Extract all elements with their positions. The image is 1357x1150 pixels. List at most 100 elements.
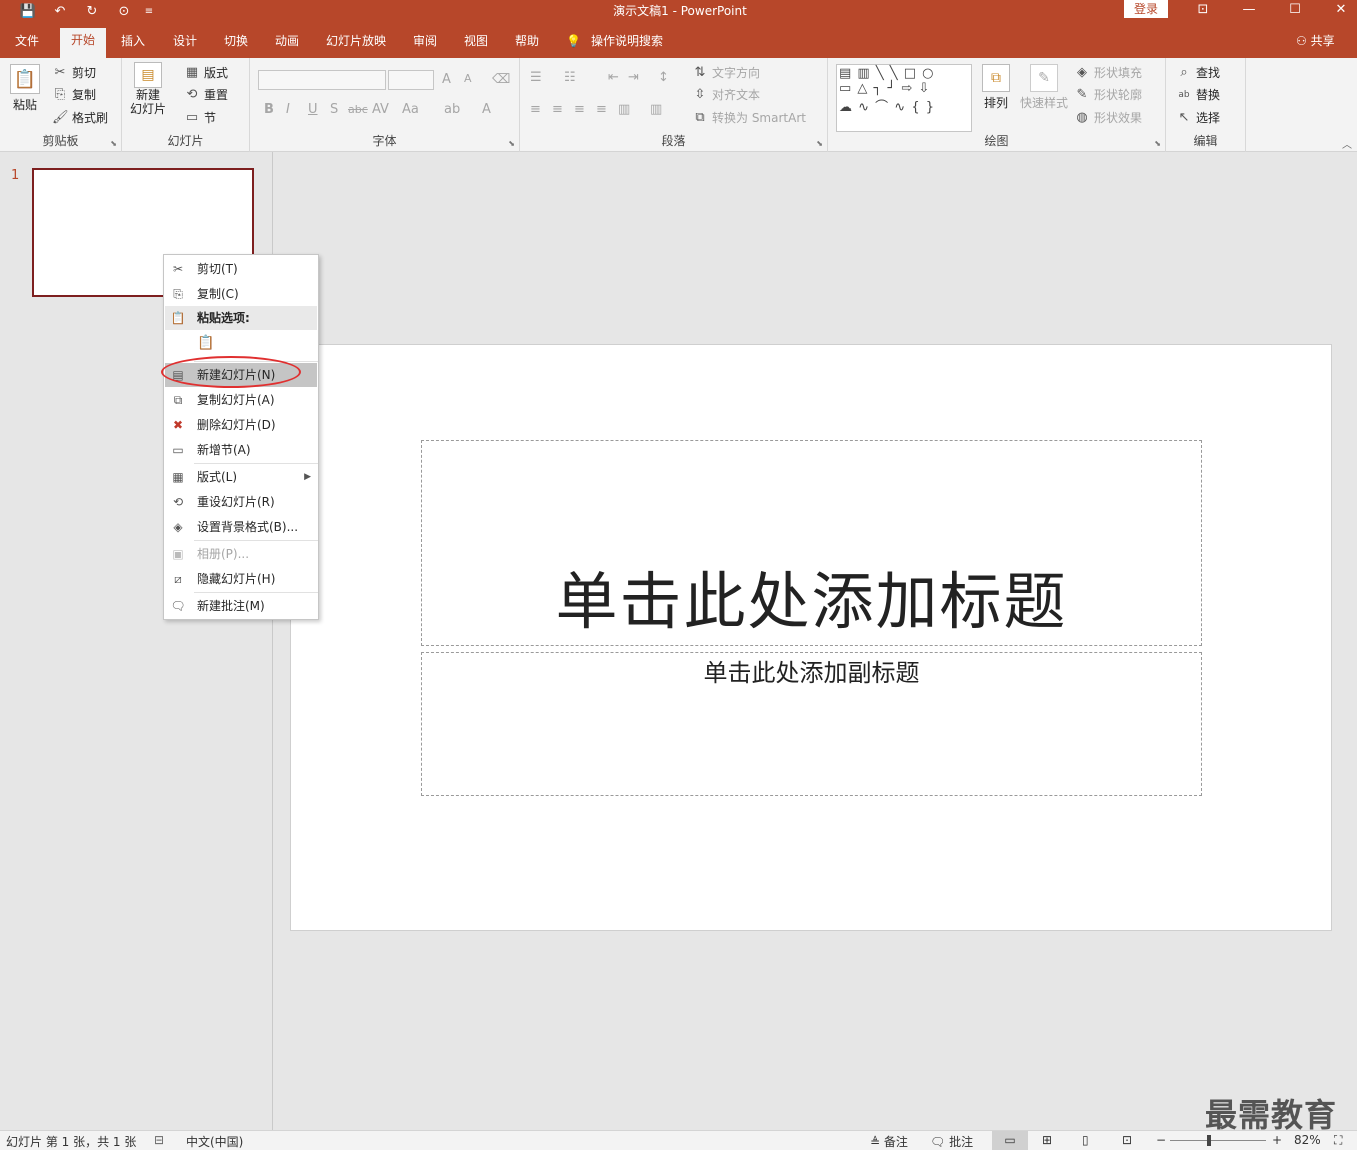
increase-indent-icon[interactable]: ⇥ bbox=[628, 70, 639, 85]
paste-keep-text-icon[interactable]: 📋 bbox=[194, 335, 218, 359]
format-painter-button[interactable]: 🖌 格式刷 bbox=[52, 109, 108, 126]
notes-button[interactable]: ≜ 备注 bbox=[870, 1133, 908, 1150]
bold-button[interactable]: B bbox=[264, 102, 274, 117]
justify-icon[interactable]: ≡ bbox=[596, 102, 607, 117]
spell-check-icon[interactable]: ⊟ bbox=[154, 1133, 164, 1147]
menu-item-new-comment[interactable]: 🗨 新建批注(M) bbox=[165, 594, 317, 618]
tab-animations[interactable]: 动画 bbox=[266, 30, 308, 58]
tab-help[interactable]: 帮助 bbox=[506, 30, 548, 58]
menu-item-add-section[interactable]: ▭ 新增节(A) bbox=[165, 438, 317, 462]
layout-button[interactable]: ▦ 版式 bbox=[184, 64, 228, 81]
numbering-icon[interactable]: ☷ bbox=[564, 70, 576, 85]
share-button[interactable]: ⚇ 共享 bbox=[1296, 32, 1335, 49]
minimize-button[interactable]: — bbox=[1226, 0, 1272, 22]
dialog-launcher-icon[interactable]: ⬊ bbox=[1154, 139, 1161, 148]
shadow-button[interactable]: S bbox=[330, 102, 338, 117]
paste-button[interactable]: 📋 粘贴 bbox=[10, 64, 40, 113]
menu-item-reset-slide[interactable]: ⟲ 重设幻灯片(R) bbox=[165, 490, 317, 514]
redo-icon[interactable]: ↻ bbox=[82, 2, 102, 20]
character-spacing-button[interactable]: AV bbox=[372, 102, 389, 117]
menu-item-delete-slide[interactable]: ✖ 删除幻灯片(D) bbox=[165, 413, 317, 437]
close-button[interactable]: ✕ bbox=[1318, 0, 1357, 22]
quick-styles-button[interactable]: ✎ 快速样式 bbox=[1020, 64, 1068, 111]
slide-canvas[interactable]: 单击此处添加标题 单击此处添加副标题 bbox=[290, 344, 1332, 931]
font-name-combo[interactable] bbox=[258, 70, 386, 90]
tell-me-search[interactable]: 💡 操作说明搜索 bbox=[566, 32, 663, 49]
menu-item-duplicate-slide[interactable]: ⧉ 复制幻灯片(A) bbox=[165, 388, 317, 412]
dialog-launcher-icon[interactable]: ⬊ bbox=[110, 139, 117, 148]
save-icon[interactable]: 💾 bbox=[18, 2, 38, 20]
title-placeholder[interactable]: 单击此处添加标题 bbox=[421, 440, 1202, 646]
zoom-out-button[interactable]: − bbox=[1156, 1133, 1166, 1147]
replace-button[interactable]: ab 替换 bbox=[1176, 86, 1220, 103]
tab-transitions[interactable]: 切换 bbox=[215, 30, 257, 58]
select-button[interactable]: ↖ 选择 bbox=[1176, 109, 1220, 126]
tab-insert[interactable]: 插入 bbox=[112, 30, 154, 58]
new-slide-button[interactable]: ▤ 新建 幻灯片 bbox=[130, 62, 166, 116]
tab-view[interactable]: 视图 bbox=[455, 30, 497, 58]
slide-sorter-icon[interactable]: ⊞ bbox=[1042, 1133, 1052, 1147]
zoom-slider-thumb[interactable] bbox=[1207, 1135, 1212, 1146]
zoom-slider[interactable] bbox=[1170, 1135, 1266, 1146]
shape-effects-button[interactable]: ◍ 形状效果 bbox=[1074, 109, 1142, 126]
section-button[interactable]: ▭ 节 bbox=[184, 109, 216, 126]
text-direction-button[interactable]: ⇅ 文字方向 bbox=[692, 64, 760, 81]
line-spacing-icon[interactable]: ↕ bbox=[658, 70, 669, 85]
bullets-icon[interactable]: ☰ bbox=[530, 70, 542, 85]
distributed-icon[interactable]: ▥ bbox=[618, 102, 630, 117]
align-left-icon[interactable]: ≡ bbox=[530, 102, 541, 117]
shapes-gallery[interactable]: ▤ ▥ ╲ ╲ □ ○ ▭ △ ┐ ┘ ⇨ ⇩ ☁ ∿ ⌒ ∿ { } bbox=[836, 64, 972, 132]
login-button[interactable]: 登录 bbox=[1124, 0, 1168, 18]
tab-design[interactable]: 设计 bbox=[164, 30, 206, 58]
menu-item-layout[interactable]: ▦ 版式(L) ▶ bbox=[165, 465, 317, 489]
clear-format-icon[interactable]: ⌫ bbox=[492, 72, 510, 87]
change-case-button[interactable]: Aa bbox=[402, 102, 419, 117]
convert-smartart-button[interactable]: ⧉ 转换为 SmartArt bbox=[692, 109, 806, 126]
undo-icon[interactable]: ↶ bbox=[46, 2, 74, 20]
menu-item-copy[interactable]: ⎘ 复制(C) bbox=[165, 282, 317, 306]
tab-file[interactable]: 文件 bbox=[6, 30, 48, 58]
reset-button[interactable]: ⟲ 重置 bbox=[184, 86, 228, 103]
align-right-icon[interactable]: ≡ bbox=[574, 102, 585, 117]
subtitle-placeholder[interactable]: 单击此处添加副标题 bbox=[421, 652, 1202, 796]
highlight-icon[interactable]: ab bbox=[444, 102, 460, 117]
normal-view-icon[interactable]: ▭ bbox=[992, 1131, 1028, 1150]
maximize-button[interactable]: ☐ bbox=[1272, 0, 1318, 22]
align-text-button[interactable]: ⇳ 对齐文本 bbox=[692, 86, 760, 103]
decrease-indent-icon[interactable]: ⇤ bbox=[608, 70, 619, 85]
tab-home[interactable]: 开始 bbox=[60, 28, 106, 58]
find-button[interactable]: ⌕ 查找 bbox=[1176, 64, 1220, 81]
font-size-combo[interactable] bbox=[388, 70, 434, 90]
ribbon-display-options-icon[interactable]: ⊡ bbox=[1180, 0, 1226, 22]
customize-qat-icon[interactable]: ≡ bbox=[142, 2, 156, 20]
collapse-ribbon-icon[interactable]: ︿ bbox=[1342, 136, 1352, 151]
menu-item-cut[interactable]: ✂ 剪切(T) bbox=[165, 257, 317, 281]
menu-item-hide-slide[interactable]: ⧄ 隐藏幻灯片(H) bbox=[165, 567, 317, 591]
arrange-button[interactable]: ⧉ 排列 bbox=[982, 64, 1010, 111]
font-color-button[interactable]: A bbox=[482, 102, 491, 117]
strikethrough-button[interactable]: abc bbox=[348, 103, 368, 116]
shape-outline-button[interactable]: ✎ 形状轮廓 bbox=[1074, 86, 1142, 103]
dialog-launcher-icon[interactable]: ⬊ bbox=[816, 139, 823, 148]
tab-review[interactable]: 审阅 bbox=[404, 30, 446, 58]
menu-item-format-background[interactable]: ◈ 设置背景格式(B)... bbox=[165, 515, 317, 539]
present-from-start-icon[interactable]: ⊙ bbox=[112, 2, 136, 20]
underline-button[interactable]: U bbox=[308, 102, 318, 117]
align-center-icon[interactable]: ≡ bbox=[552, 102, 563, 117]
tab-slideshow[interactable]: 幻灯片放映 bbox=[318, 30, 394, 58]
subtitle-placeholder-text: 单击此处添加副标题 bbox=[703, 659, 920, 687]
columns-icon[interactable]: ▥ bbox=[650, 102, 662, 117]
reading-view-icon[interactable]: ▯ bbox=[1082, 1133, 1089, 1147]
group-label-editing: 编辑 bbox=[1193, 134, 1218, 148]
dialog-launcher-icon[interactable]: ⬊ bbox=[508, 139, 515, 148]
comments-button[interactable]: 🗨 批注 bbox=[930, 1133, 973, 1150]
shrink-font-icon[interactable]: A bbox=[464, 72, 472, 85]
shape-fill-button[interactable]: ◈ 形状填充 bbox=[1074, 64, 1142, 81]
copy-button[interactable]: ⎘ 复制 bbox=[52, 86, 96, 103]
cut-button[interactable]: ✂ 剪切 bbox=[52, 64, 96, 81]
grow-font-icon[interactable]: A bbox=[442, 72, 451, 87]
menu-item-photo-album[interactable]: ▣ 相册(P)... bbox=[165, 542, 317, 566]
italic-button[interactable]: I bbox=[286, 102, 290, 117]
language-status[interactable]: 中文(中国) bbox=[186, 1133, 243, 1150]
slideshow-view-icon[interactable]: ⊡ bbox=[1122, 1133, 1132, 1147]
